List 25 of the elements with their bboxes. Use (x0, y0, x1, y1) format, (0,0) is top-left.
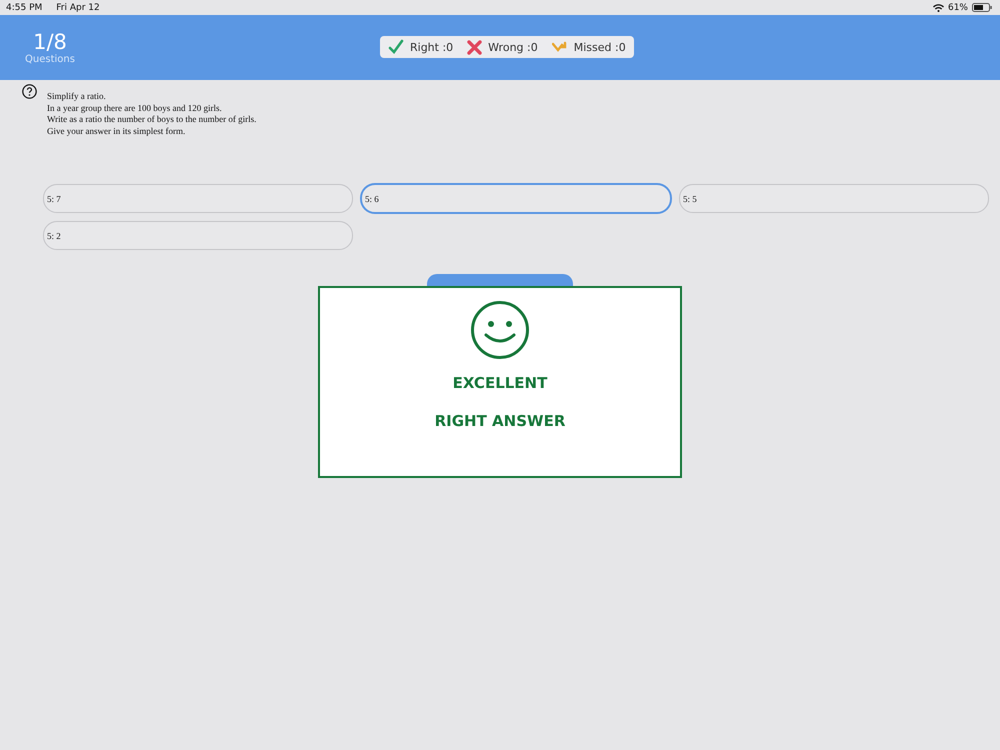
question-counter: 1/8 (33, 30, 67, 54)
status-date: Fri Apr 12 (56, 2, 100, 12)
question-text: Write as a ratio the number of boys to the number of girls. (47, 114, 256, 126)
status-time: 4:55 PM (6, 2, 42, 12)
check-icon (388, 39, 404, 55)
answer-option[interactable]: 5: 2 (43, 221, 353, 250)
wifi-icon (932, 4, 944, 12)
score-label: Wrong :0 (488, 40, 538, 54)
battery-icon (972, 3, 992, 12)
score-label: Right :0 (410, 40, 454, 54)
smiley-icon (470, 300, 530, 360)
cross-icon (467, 40, 482, 54)
question-text: Simplify a ratio. (47, 91, 107, 102)
answer-option[interactable]: 5: 6 (361, 184, 671, 213)
answer-option[interactable]: 5: 5 (679, 184, 989, 213)
answer-option[interactable]: 5: 7 (43, 184, 353, 213)
battery-percent: 61% (948, 2, 968, 12)
question-text: In a year group there are 100 boys and 120 girls. (47, 102, 223, 114)
result-title: EXCELLENT (452, 374, 548, 392)
result-message: RIGHT ANSWER (434, 412, 566, 430)
counter-label: Questions (25, 54, 75, 65)
score-label: Missed :0 (574, 40, 626, 54)
help-icon[interactable] (22, 84, 37, 99)
missed-arrow-icon (552, 41, 568, 53)
question-text: Give your answer in its simplest form. (47, 126, 186, 137)
